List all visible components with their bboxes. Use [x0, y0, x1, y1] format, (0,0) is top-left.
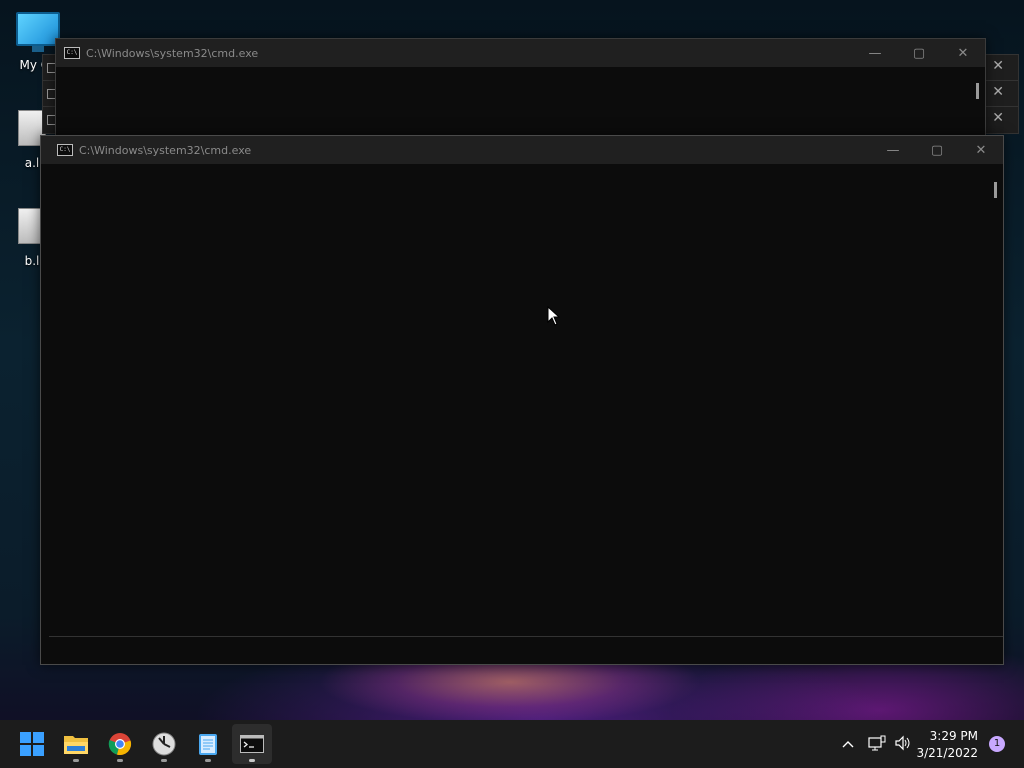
maximize-button[interactable]: ▢ — [915, 136, 959, 164]
clock-time: 3:29 PM — [929, 729, 978, 743]
scrollbar-thumb[interactable] — [994, 182, 997, 198]
taskbar: 3:29 PM 3/21/2022 1 — [0, 720, 1024, 768]
taskbar-command-prompt[interactable] — [232, 724, 272, 764]
close-icon[interactable]: ✕ — [992, 84, 1004, 100]
window-title: C:\Windows\system32\cmd.exe — [79, 143, 252, 157]
maximize-button[interactable]: ▢ — [897, 39, 941, 67]
running-indicator — [249, 759, 255, 762]
window-titlebar[interactable]: C:\ C:\Windows\system32\cmd.exe — ▢ ✕ — [56, 39, 985, 67]
taskbar-notepad[interactable] — [188, 724, 228, 764]
chevron-up-icon[interactable] — [838, 737, 858, 751]
notification-badge[interactable]: 1 — [989, 736, 1005, 752]
running-indicator — [205, 759, 211, 762]
clock-icon — [152, 732, 176, 756]
running-indicator — [73, 759, 79, 762]
system-tray — [838, 720, 916, 768]
running-indicator — [117, 759, 123, 762]
folder-icon — [64, 736, 88, 754]
start-button[interactable] — [12, 724, 52, 764]
windows-logo-icon — [20, 732, 44, 756]
mouse-cursor-icon — [547, 306, 561, 326]
window-titlebar[interactable]: C:\ C:\Windows\system32\cmd.exe — ▢ ✕ — [41, 136, 1003, 164]
minimize-button[interactable]: — — [853, 39, 897, 67]
volume-icon[interactable] — [890, 735, 916, 754]
clock-date: 3/21/2022 — [916, 746, 978, 760]
computer-icon — [16, 12, 60, 52]
notepad-icon — [199, 734, 217, 755]
taskbar-clock[interactable]: 3:29 PM 3/21/2022 — [916, 728, 978, 762]
terminal-area[interactable] — [49, 166, 995, 636]
network-icon[interactable] — [864, 735, 890, 754]
running-indicator — [161, 759, 167, 762]
window-bottom-divider — [49, 636, 1003, 637]
cmd-icon: C:\ — [64, 47, 80, 59]
cmd-icon — [240, 735, 264, 753]
cmd-icon: C:\ — [57, 144, 73, 156]
taskbar-clock-app[interactable] — [144, 724, 184, 764]
cmd-window-front[interactable]: C:\ C:\Windows\system32\cmd.exe — ▢ ✕ — [40, 135, 1004, 665]
close-button[interactable]: ✕ — [959, 136, 1003, 164]
minimize-button[interactable]: — — [871, 136, 915, 164]
close-button[interactable]: ✕ — [941, 39, 985, 67]
scrollbar-thumb[interactable] — [976, 83, 979, 99]
taskbar-chrome[interactable] — [100, 724, 140, 764]
close-icon[interactable]: ✕ — [992, 58, 1004, 74]
window-title: C:\Windows\system32\cmd.exe — [86, 46, 259, 60]
close-icon[interactable]: ✕ — [992, 110, 1004, 126]
taskbar-file-explorer[interactable] — [56, 724, 96, 764]
chrome-icon — [108, 733, 132, 756]
